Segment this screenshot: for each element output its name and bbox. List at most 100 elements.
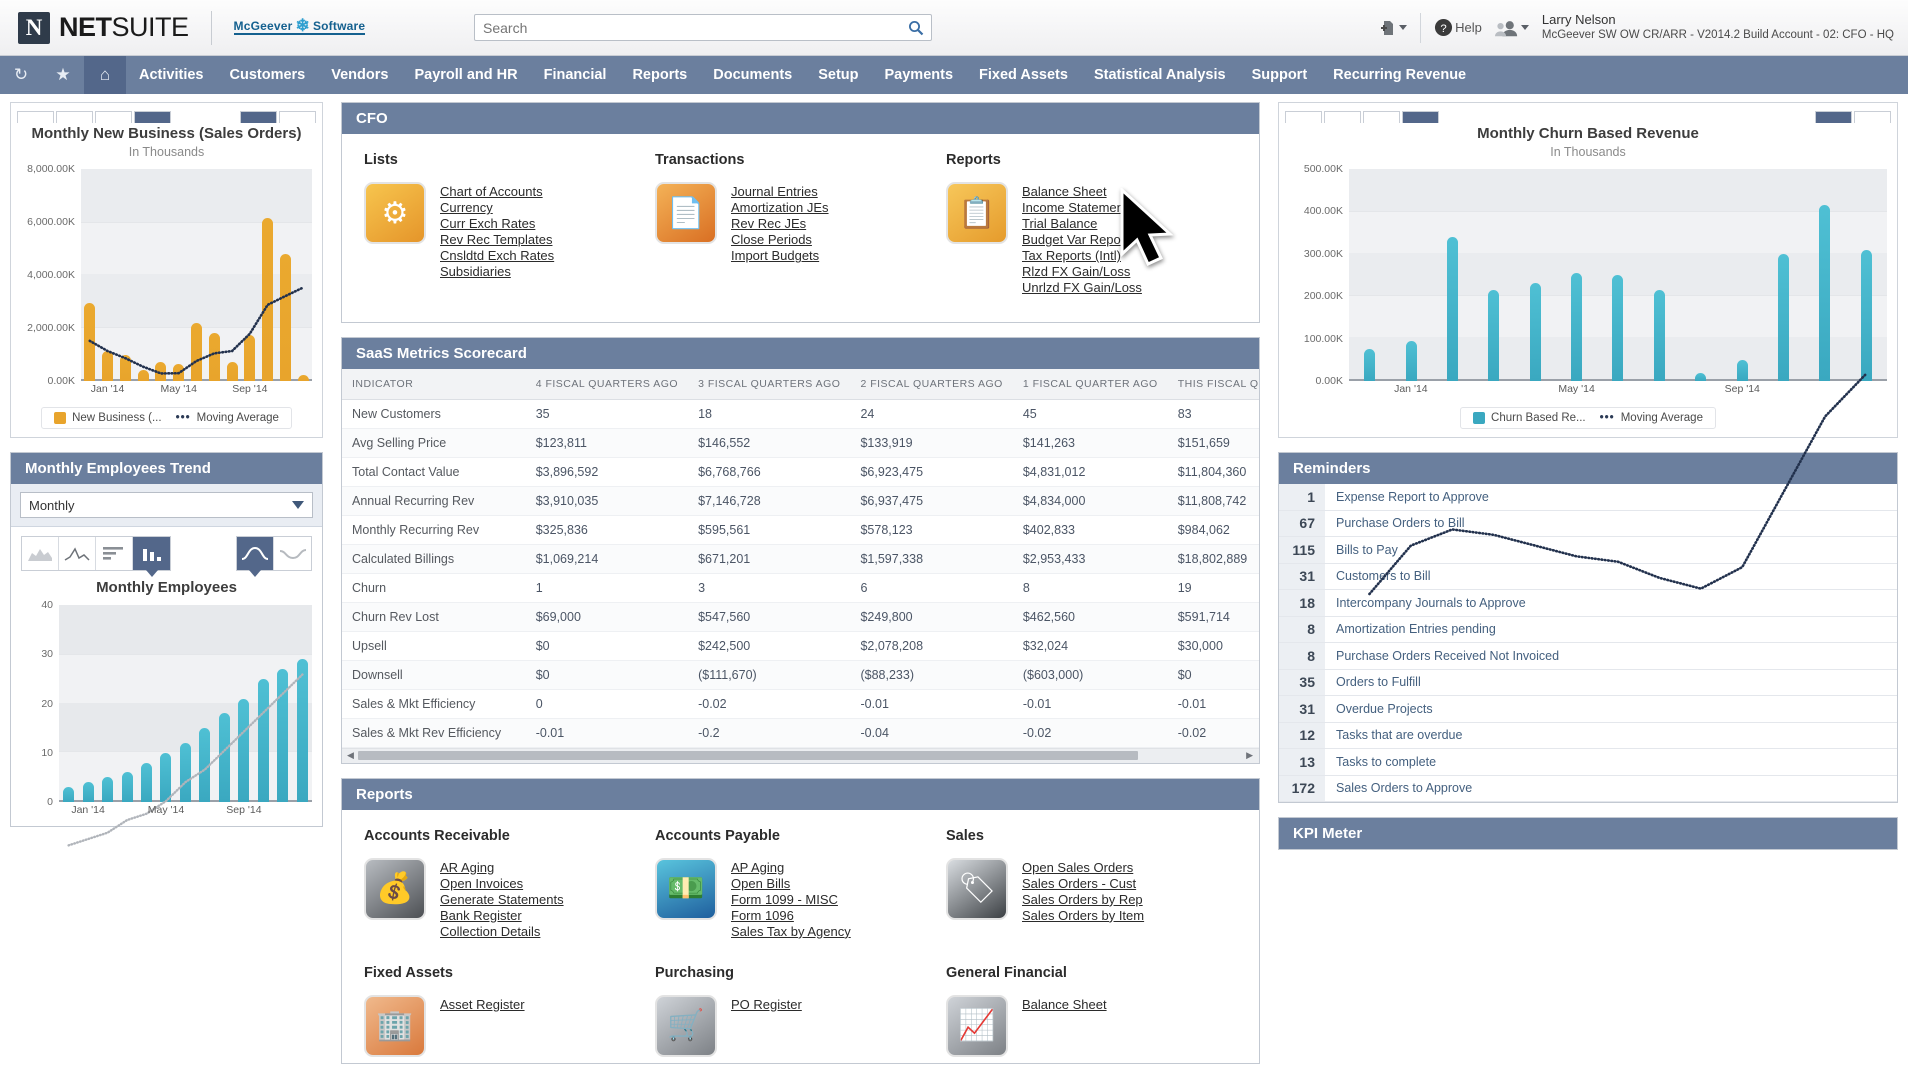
- money-bag-icon[interactable]: 💰: [364, 858, 426, 920]
- link-ap-aging[interactable]: AP Aging: [731, 860, 851, 875]
- link-cnsldtd-exch-rates[interactable]: Cnsldtd Exch Rates: [440, 248, 554, 263]
- chart-toolbar-partial[interactable]: [17, 111, 316, 123]
- link-amortization-jes[interactable]: Amortization JEs: [731, 200, 829, 215]
- document-icon[interactable]: 📄: [655, 182, 717, 244]
- nav-item-statistical-analysis[interactable]: Statistical Analysis: [1081, 56, 1239, 94]
- link-sales-orders-by-item[interactable]: Sales Orders by Item: [1022, 908, 1144, 923]
- cell: $0: [1168, 660, 1259, 689]
- x-axis-new-business: Jan '14 May '14 Sep '14: [81, 383, 312, 399]
- user-menu[interactable]: [1495, 19, 1529, 37]
- link-ar-aging[interactable]: AR Aging: [440, 860, 564, 875]
- list-item[interactable]: 13Tasks to complete: [1279, 749, 1897, 776]
- scorecard-horizontal-scrollbar[interactable]: ◀ ▶: [342, 748, 1259, 763]
- link-bank-register[interactable]: Bank Register: [440, 908, 564, 923]
- favorites-icon[interactable]: ★: [42, 56, 84, 94]
- coins-icon[interactable]: 💵: [655, 858, 717, 920]
- link-po-register[interactable]: PO Register: [731, 997, 802, 1012]
- link-subsidiaries[interactable]: Subsidiaries: [440, 264, 554, 279]
- link-generate-statements[interactable]: Generate Statements: [440, 892, 564, 907]
- home-icon[interactable]: ⌂: [84, 56, 126, 94]
- scrollbar-thumb[interactable]: [358, 751, 1138, 760]
- quick-add-menu[interactable]: [1379, 19, 1407, 37]
- link-unrlzd-fx-gain-loss[interactable]: Unrlzd FX Gain/Loss: [1022, 280, 1142, 295]
- search-input[interactable]: [475, 15, 901, 40]
- nav-item-reports[interactable]: Reports: [619, 56, 700, 94]
- link-close-periods[interactable]: Close Periods: [731, 232, 829, 247]
- cell: $6,937,475: [850, 486, 1012, 515]
- line-chart-icon[interactable]: [59, 537, 96, 570]
- nav-item-payroll-and-hr[interactable]: Payroll and HR: [401, 56, 530, 94]
- link-open-bills[interactable]: Open Bills: [731, 876, 851, 891]
- table-header-row: INDICATOR 4 FISCAL QUARTERS AGO 3 FISCAL…: [342, 369, 1259, 400]
- cell: $984,062: [1168, 515, 1259, 544]
- link-collection-details[interactable]: Collection Details: [440, 924, 564, 939]
- nav-item-fixed-assets[interactable]: Fixed Assets: [966, 56, 1081, 94]
- reminder-label[interactable]: Tasks that are overdue: [1325, 728, 1462, 742]
- scorecard-scroll-area[interactable]: INDICATOR 4 FISCAL QUARTERS AGO 3 FISCAL…: [342, 369, 1259, 748]
- link-form-1096[interactable]: Form 1096: [731, 908, 851, 923]
- nav-item-customers[interactable]: Customers: [216, 56, 318, 94]
- area-chart-icon[interactable]: [22, 537, 59, 570]
- list-item[interactable]: 172Sales Orders to Approve: [1279, 776, 1897, 803]
- help-button[interactable]: ? Help: [1434, 18, 1482, 37]
- link-rev-rec-templates[interactable]: Rev Rec Templates: [440, 232, 554, 247]
- reminder-label[interactable]: Sales Orders to Approve: [1325, 781, 1472, 795]
- link-currency[interactable]: Currency: [440, 200, 554, 215]
- link-chart-of-accounts[interactable]: Chart of Accounts: [440, 184, 554, 199]
- nav-item-financial[interactable]: Financial: [531, 56, 620, 94]
- main-navigation-bar[interactable]: ↻ ★ ⌂ Activities Customers Vendors Payro…: [0, 56, 1908, 94]
- asset-icon[interactable]: 🏢: [364, 995, 426, 1057]
- purchase-icon[interactable]: 🛒: [655, 995, 717, 1057]
- cell: $69,000: [526, 602, 688, 631]
- nav-item-setup[interactable]: Setup: [805, 56, 871, 94]
- chart-theme-group[interactable]: [236, 536, 312, 571]
- sales-tag-icon[interactable]: 🏷: [946, 858, 1008, 920]
- link-form-1099-misc[interactable]: Form 1099 - MISC: [731, 892, 851, 907]
- link-sales-orders-cust[interactable]: Sales Orders - Cust: [1022, 876, 1144, 891]
- xtick: Sep '14: [1725, 383, 1760, 395]
- cell: 83: [1168, 399, 1259, 428]
- global-search[interactable]: [474, 14, 932, 41]
- link-sales-tax-by-agency[interactable]: Sales Tax by Agency: [731, 924, 851, 939]
- link-journal-entries[interactable]: Journal Entries: [731, 184, 829, 199]
- netsuite-logo[interactable]: N NETSUITE: [18, 12, 189, 44]
- link-open-sales-orders[interactable]: Open Sales Orders: [1022, 860, 1144, 875]
- cell: $30,000: [1168, 631, 1259, 660]
- cell: $3,910,035: [526, 486, 688, 515]
- gears-icon[interactable]: ⚙: [364, 182, 426, 244]
- scroll-left-arrow-icon[interactable]: ◀: [347, 750, 354, 761]
- theme-light-icon[interactable]: [274, 537, 311, 570]
- period-select[interactable]: Monthly: [20, 492, 313, 518]
- recent-records-icon[interactable]: ↻: [0, 56, 42, 94]
- nav-item-vendors[interactable]: Vendors: [318, 56, 401, 94]
- clipboard-icon[interactable]: 📋: [946, 182, 1008, 244]
- chart-toolbar-partial-churn[interactable]: [1285, 111, 1891, 123]
- nav-item-activities[interactable]: Activities: [126, 56, 216, 94]
- link-sales-orders-by-rep[interactable]: Sales Orders by Rep: [1022, 892, 1144, 907]
- theme-dark-icon[interactable]: [237, 537, 274, 570]
- scroll-right-arrow-icon[interactable]: ▶: [1246, 750, 1253, 761]
- link-rev-rec-jes[interactable]: Rev Rec JEs: [731, 216, 829, 231]
- nav-item-documents[interactable]: Documents: [700, 56, 805, 94]
- link-balance-sheet-gf[interactable]: Balance Sheet: [1022, 997, 1107, 1012]
- link-asset-register[interactable]: Asset Register: [440, 997, 525, 1012]
- column-chart-icon[interactable]: [133, 537, 170, 570]
- list-item[interactable]: 12Tasks that are overdue: [1279, 723, 1897, 750]
- xtick: Jan '14: [71, 804, 105, 816]
- cell: $325,836: [526, 515, 688, 544]
- cell: $2,953,433: [1013, 544, 1168, 573]
- nav-item-payments[interactable]: Payments: [872, 56, 967, 94]
- nav-item-recurring-revenue[interactable]: Recurring Revenue: [1320, 56, 1479, 94]
- nav-item-support[interactable]: Support: [1239, 56, 1321, 94]
- link-open-invoices[interactable]: Open Invoices: [440, 876, 564, 891]
- bar-horizontal-icon[interactable]: [96, 537, 133, 570]
- reminder-count: 18: [1279, 590, 1325, 616]
- financial-icon[interactable]: 📈: [946, 995, 1008, 1057]
- reminder-count: 8: [1279, 643, 1325, 669]
- chart-type-group[interactable]: [21, 536, 171, 571]
- cfo-links-lists: Chart of Accounts Currency Curr Exch Rat…: [440, 182, 554, 279]
- link-import-budgets[interactable]: Import Budgets: [731, 248, 829, 263]
- link-curr-exch-rates[interactable]: Curr Exch Rates: [440, 216, 554, 231]
- search-icon[interactable]: [901, 15, 931, 40]
- reminder-label[interactable]: Tasks to complete: [1325, 755, 1436, 769]
